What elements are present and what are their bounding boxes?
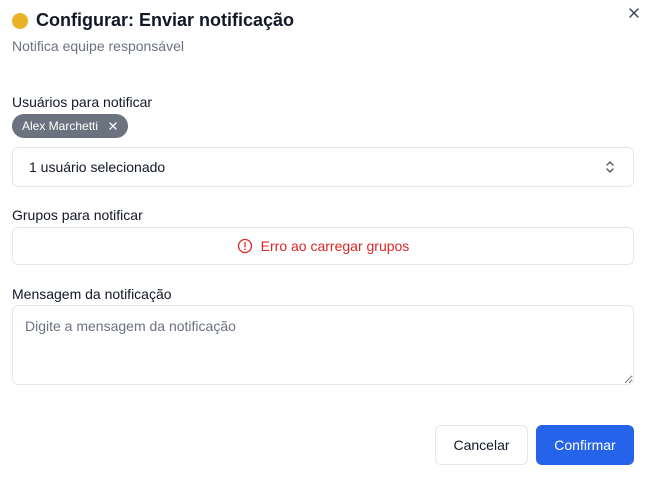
dialog-subtitle: Notifica equipe responsável [12, 38, 184, 54]
dialog-header: Configurar: Enviar notificação [12, 10, 294, 31]
cancel-button[interactable]: Cancelar [435, 425, 528, 465]
users-select[interactable]: 1 usuário selecionado [12, 147, 634, 187]
users-select-value: 1 usuário selecionado [29, 159, 166, 175]
users-label: Usuários para notificar [12, 94, 153, 110]
dialog-title: Configurar: Enviar notificação [36, 10, 295, 30]
groups-error-text: Erro ao carregar grupos [260, 238, 410, 254]
confirm-button[interactable]: Confirmar [536, 425, 634, 465]
close-icon [109, 122, 117, 130]
message-label: Mensagem da notificação [12, 286, 172, 302]
remove-chip-button[interactable] [108, 121, 118, 131]
groups-label: Grupos para notificar [12, 207, 143, 223]
chip-label: Alex Marchetti [22, 119, 99, 133]
message-textarea[interactable] [12, 305, 634, 385]
close-button[interactable] [627, 6, 641, 20]
status-dot [12, 12, 28, 29]
alert-circle-icon [237, 238, 252, 254]
groups-error: Erro ao carregar grupos [12, 227, 634, 265]
selected-user-chip: Alex Marchetti [12, 114, 129, 138]
configure-notification-dialog: Configurar: Enviar notificação Notifica … [0, 0, 655, 484]
chevron-up-down-icon [606, 161, 614, 173]
close-icon [629, 8, 639, 18]
